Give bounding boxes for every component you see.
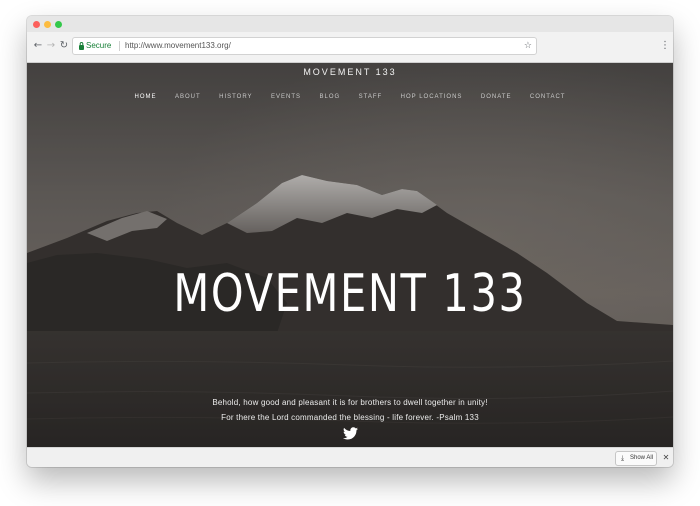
web-page: MOVEMENT 133 HOME ABOUT HISTORY EVENTS B… bbox=[27, 63, 673, 447]
nav-item-about[interactable]: ABOUT bbox=[175, 94, 201, 100]
nav-item-staff[interactable]: STAFF bbox=[359, 94, 383, 100]
nav-item-contact[interactable]: CONTACT bbox=[530, 94, 566, 100]
star-icon[interactable]: ☆ bbox=[524, 38, 532, 54]
download-icon: ⤓ bbox=[621, 454, 625, 462]
reload-icon[interactable]: ↻ bbox=[57, 39, 71, 53]
browser-toolbar: ← → ↻ Secure http://www.movement133.org/… bbox=[27, 32, 673, 63]
hero-background-image bbox=[27, 63, 673, 447]
nav-item-hop-locations[interactable]: HOP LOCATIONS bbox=[401, 94, 463, 100]
verse-line-2: For there the Lord commanded the blessin… bbox=[221, 413, 479, 422]
hero-heading: MOVEMENT 133 bbox=[173, 264, 527, 324]
title-bar bbox=[27, 16, 673, 32]
url-text[interactable]: http://www.movement133.org/ bbox=[125, 38, 231, 54]
browser-window: ← → ↻ Secure http://www.movement133.org/… bbox=[27, 16, 673, 467]
window-maximize-button[interactable] bbox=[55, 21, 62, 28]
download-bar: ⤓ Show All ✕ bbox=[27, 447, 673, 467]
address-separator bbox=[119, 41, 120, 51]
window-close-button[interactable] bbox=[33, 21, 40, 28]
nav-item-history[interactable]: HISTORY bbox=[219, 94, 252, 100]
show-all-button[interactable]: ⤓ Show All bbox=[615, 451, 657, 466]
site-title[interactable]: MOVEMENT 133 bbox=[27, 67, 673, 77]
address-bar[interactable]: Secure http://www.movement133.org/ ☆ bbox=[72, 37, 537, 55]
twitter-icon[interactable] bbox=[343, 427, 358, 440]
nav-item-events[interactable]: EVENTS bbox=[271, 94, 301, 100]
forward-arrow-icon[interactable]: → bbox=[44, 39, 58, 53]
secure-label: Secure bbox=[86, 41, 112, 50]
verse-line-1: Behold, how good and pleasant it is for … bbox=[212, 398, 488, 407]
close-icon[interactable]: ✕ bbox=[661, 451, 671, 464]
show-all-label: Show All bbox=[630, 455, 654, 461]
back-arrow-icon[interactable]: ← bbox=[31, 39, 45, 53]
nav-item-blog[interactable]: BLOG bbox=[319, 94, 340, 100]
window-minimize-button[interactable] bbox=[44, 21, 51, 28]
nav-item-home[interactable]: HOME bbox=[135, 94, 157, 100]
nav-item-donate[interactable]: DONATE bbox=[481, 94, 512, 100]
menu-dots-icon[interactable]: ⋮ bbox=[660, 38, 670, 54]
main-nav: HOME ABOUT HISTORY EVENTS BLOG STAFF HOP… bbox=[27, 85, 673, 103]
